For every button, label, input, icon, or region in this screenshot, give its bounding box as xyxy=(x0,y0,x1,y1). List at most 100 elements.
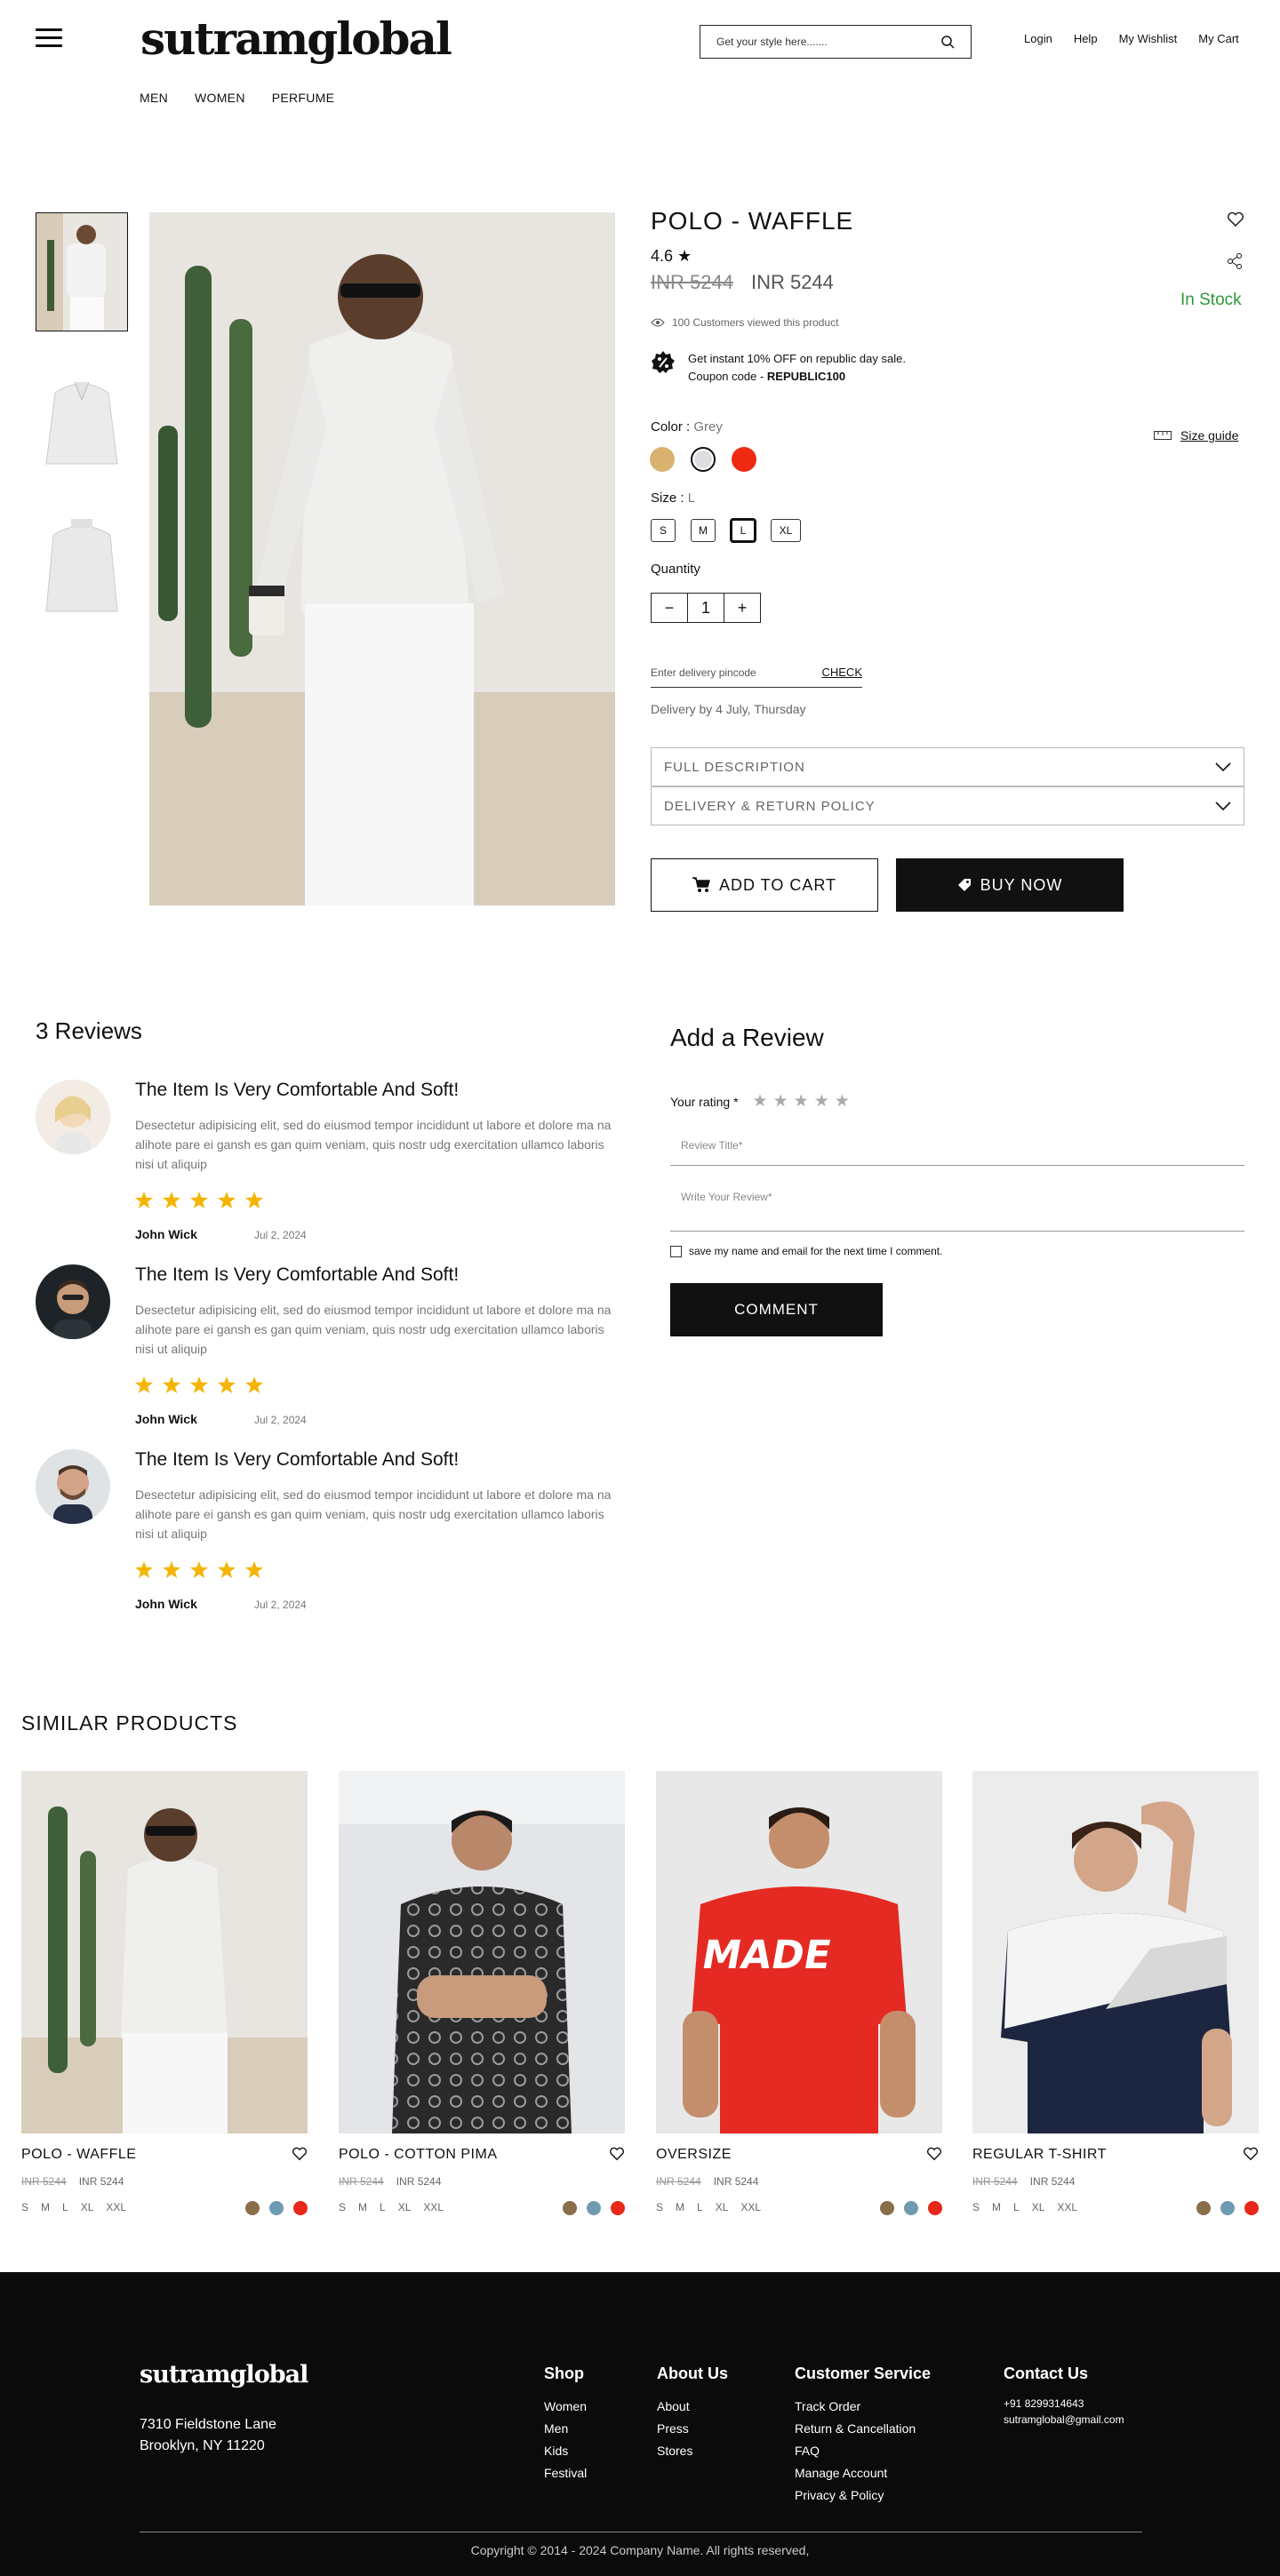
footer-link-faq[interactable]: FAQ xyxy=(795,2440,931,2462)
size-option[interactable]: XXL xyxy=(1057,2201,1077,2213)
color-dot-brown[interactable] xyxy=(880,2201,894,2215)
color-dot-blue[interactable] xyxy=(904,2201,918,2215)
footer-link-track-order[interactable]: Track Order xyxy=(795,2396,931,2418)
product-card-image[interactable] xyxy=(339,1771,625,2133)
product-card-name[interactable]: POLO - WAFFLE xyxy=(21,2147,136,2163)
product-card-name[interactable]: POLO - COTTON PIMA xyxy=(339,2147,498,2163)
color-dot-brown[interactable] xyxy=(563,2201,577,2215)
size-option[interactable]: XL xyxy=(1032,2201,1045,2213)
size-option-xl[interactable]: XL xyxy=(771,519,801,542)
size-option-s[interactable]: S xyxy=(651,519,676,542)
color-dot-red[interactable] xyxy=(611,2201,625,2215)
color-dot-red[interactable] xyxy=(928,2201,942,2215)
footer-link-men[interactable]: Men xyxy=(544,2418,587,2440)
color-swatch-red[interactable] xyxy=(732,447,756,472)
footer-link-account[interactable]: Manage Account xyxy=(795,2462,931,2484)
thumbnail-side[interactable] xyxy=(36,357,128,476)
buy-now-button[interactable]: BUY NOW xyxy=(896,858,1124,912)
wishlist-heart-icon[interactable] xyxy=(609,2147,625,2161)
color-swatch-gold[interactable] xyxy=(650,447,675,472)
hamburger-menu-icon[interactable] xyxy=(36,28,62,50)
pincode-field[interactable]: Enter delivery pincode CHECK xyxy=(651,658,862,688)
product-card-image[interactable]: MADE xyxy=(656,1771,942,2133)
search-icon[interactable] xyxy=(940,35,955,49)
product-card-name[interactable]: OVERSIZE xyxy=(656,2147,732,2163)
size-option[interactable]: L xyxy=(1013,2201,1020,2213)
size-option[interactable]: L xyxy=(697,2201,703,2213)
size-option[interactable]: M xyxy=(358,2201,367,2213)
size-option[interactable]: S xyxy=(21,2201,28,2213)
comment-button[interactable]: COMMENT xyxy=(670,1283,883,1336)
footer-link-about[interactable]: About xyxy=(657,2396,728,2418)
product-card-name[interactable]: REGULAR T-SHIRT xyxy=(972,2147,1107,2163)
color-dot-brown[interactable] xyxy=(245,2201,260,2215)
wishlist-heart-icon[interactable] xyxy=(1243,2147,1259,2161)
color-dot-blue[interactable] xyxy=(587,2201,601,2215)
size-option[interactable]: S xyxy=(339,2201,346,2213)
product-card-image[interactable] xyxy=(972,1771,1259,2133)
search-input[interactable]: Get your style here....... xyxy=(700,25,972,59)
color-dot-red[interactable] xyxy=(293,2201,308,2215)
rating-star-5[interactable]: ★ xyxy=(835,1091,850,1112)
footer-link-press[interactable]: Press xyxy=(657,2418,728,2440)
wishlist-heart-icon[interactable] xyxy=(926,2147,942,2161)
footer-link-kids[interactable]: Kids xyxy=(544,2440,587,2462)
color-swatch-grey[interactable] xyxy=(691,447,716,472)
quantity-value[interactable]: 1 xyxy=(688,594,724,622)
quantity-decrease-button[interactable]: − xyxy=(652,594,688,622)
thumbnail-back[interactable] xyxy=(36,501,128,620)
nav-men[interactable]: MEN xyxy=(140,91,168,105)
cart-link[interactable]: My Cart xyxy=(1198,32,1239,45)
size-option-m[interactable]: M xyxy=(691,519,716,542)
check-pincode-button[interactable]: CHECK xyxy=(821,666,862,679)
share-icon[interactable] xyxy=(1227,252,1243,270)
footer-email[interactable]: sutramglobal@gmail.com xyxy=(1004,2412,1124,2428)
site-logo[interactable]: sutramglobal xyxy=(140,12,452,65)
size-option[interactable]: XXL xyxy=(740,2201,761,2213)
color-dot-blue[interactable] xyxy=(269,2201,284,2215)
size-option[interactable]: XL xyxy=(716,2201,729,2213)
footer-phone[interactable]: +91 8299314643 xyxy=(1004,2396,1124,2412)
size-guide-link[interactable]: Size guide xyxy=(1154,428,1238,443)
size-option[interactable]: XL xyxy=(398,2201,412,2213)
size-option[interactable]: M xyxy=(676,2201,684,2213)
save-info-checkbox[interactable] xyxy=(670,1245,682,1257)
nav-perfume[interactable]: PERFUME xyxy=(272,91,335,105)
nav-women[interactable]: WOMEN xyxy=(195,91,245,105)
footer-link-privacy[interactable]: Privacy & Policy xyxy=(795,2484,931,2507)
footer-link-returns[interactable]: Return & Cancellation xyxy=(795,2418,931,2440)
thumbnail-front[interactable] xyxy=(36,212,128,331)
size-option[interactable]: XL xyxy=(81,2201,94,2213)
product-card-image[interactable] xyxy=(21,1771,308,2133)
delivery-policy-accordion[interactable]: DELIVERY & RETURN POLICY xyxy=(651,786,1244,825)
size-option[interactable]: L xyxy=(380,2201,386,2213)
color-dot-blue[interactable] xyxy=(1220,2201,1235,2215)
color-dot-red[interactable] xyxy=(1244,2201,1259,2215)
size-option[interactable]: L xyxy=(62,2201,68,2213)
size-option[interactable]: XXL xyxy=(423,2201,444,2213)
product-card[interactable]: MADE OVERSIZE INR 5244 INR 5244 S M L XL XXL xyxy=(656,1771,942,2215)
footer-link-festival[interactable]: Festival xyxy=(544,2462,587,2484)
footer-link-stores[interactable]: Stores xyxy=(657,2440,728,2462)
size-option-l[interactable]: L xyxy=(731,519,756,542)
review-title-input[interactable]: Review Title* xyxy=(670,1139,1244,1166)
wishlist-heart-icon[interactable] xyxy=(1227,211,1244,227)
product-card[interactable]: REGULAR T-SHIRT INR 5244 INR 5244 S M L XL XX… xyxy=(972,1771,1259,2215)
add-to-cart-button[interactable]: ADD TO CART xyxy=(651,858,878,912)
rating-star-3[interactable]: ★ xyxy=(794,1091,809,1112)
size-option[interactable]: XXL xyxy=(106,2201,126,2213)
footer-link-women[interactable]: Women xyxy=(544,2396,587,2418)
wishlist-link[interactable]: My Wishlist xyxy=(1119,32,1178,45)
product-card[interactable]: POLO - WAFFLE INR 5244 INR 5244 S M L XL XXL xyxy=(21,1771,308,2215)
size-option[interactable]: M xyxy=(992,2201,1001,2213)
footer-logo[interactable]: sutramglobal xyxy=(140,2361,308,2389)
login-link[interactable]: Login xyxy=(1024,32,1052,45)
rating-star-1[interactable]: ★ xyxy=(753,1091,768,1112)
size-option[interactable]: S xyxy=(972,2201,980,2213)
rating-star-2[interactable]: ★ xyxy=(773,1091,788,1112)
rating-star-4[interactable]: ★ xyxy=(814,1091,829,1112)
size-option[interactable]: S xyxy=(656,2201,663,2213)
review-body-input[interactable]: Write Your Review* xyxy=(670,1191,1244,1232)
size-option[interactable]: M xyxy=(41,2201,50,2213)
color-dot-brown[interactable] xyxy=(1196,2201,1211,2215)
